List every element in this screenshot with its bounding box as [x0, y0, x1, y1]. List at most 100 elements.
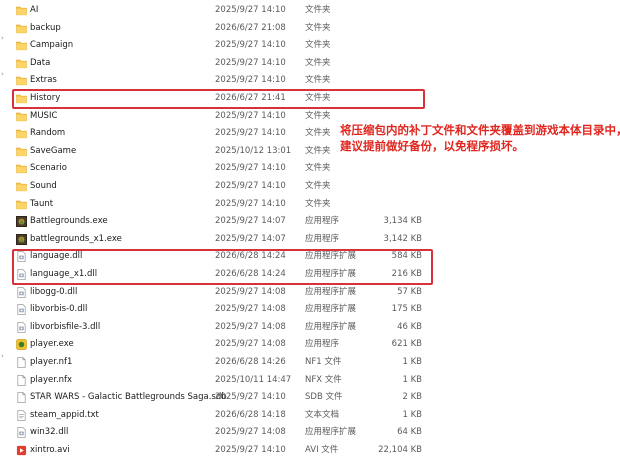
file-date: 2025/9/27 14:10 — [215, 392, 286, 403]
file-type: 文本文档 — [305, 409, 340, 420]
file-type: 文件夹 — [305, 22, 331, 33]
dll-icon — [16, 321, 27, 333]
file-row[interactable]: backup 2026/6/27 21:08 文件夹 — [8, 20, 438, 38]
file-date: 2025/9/27 14:10 — [215, 181, 286, 191]
file-type: NFX 文件 — [305, 374, 342, 385]
file-name: battlegrounds_x1.exe — [30, 233, 122, 244]
file-size: 64 KB — [397, 427, 422, 438]
file-name: backup — [30, 22, 61, 33]
file-name: steam_appid.txt — [30, 409, 99, 420]
file-row[interactable]: player.exe 2025/9/27 14:08 应用程序 621 KB — [8, 336, 438, 354]
file-name: libvorbis-0.dll — [30, 304, 88, 315]
file-row[interactable]: Campaign 2025/9/27 14:10 文件夹 — [8, 37, 438, 55]
highlight-box-language-dlls — [12, 249, 433, 285]
callout-line-1: 将压缩包内的补丁文件和文件夹覆盖到游戏本体目录中， — [340, 123, 620, 137]
callout-line-2: 建议提前做好备份，以免程序损坏。 — [340, 139, 524, 153]
file-date: 2025/9/27 14:08 — [215, 339, 286, 350]
file-name: SaveGame — [30, 145, 77, 156]
file-name: libogg-0.dll — [30, 286, 78, 297]
file-row[interactable]: libogg-0.dll 2025/9/27 14:08 应用程序扩展 57 KB — [8, 284, 438, 302]
file-date: 2025/9/27 14:10 — [215, 110, 286, 121]
file-type: NF1 文件 — [305, 357, 342, 367]
file-icon — [16, 374, 27, 386]
file-type: AVI 文件 — [305, 445, 339, 455]
file-type: 应用程序扩展 — [305, 304, 357, 315]
file-row[interactable]: AI 2025/9/27 14:10 文件夹 — [8, 2, 438, 20]
file-size: 175 KB — [391, 304, 422, 315]
file-type: 应用程序扩展 — [305, 427, 357, 438]
file-type: 文件夹 — [305, 181, 331, 191]
file-date: 2025/9/27 14:07 — [215, 216, 286, 227]
file-size: 22,104 KB — [378, 445, 422, 455]
file-date: 2025/10/11 14:47 — [215, 374, 292, 385]
file-type: 应用程序扩展 — [305, 321, 357, 332]
file-row[interactable]: Sound 2025/9/27 14:10 文件夹 — [8, 178, 438, 196]
file-row[interactable]: libvorbisfile-3.dll 2025/9/27 14:08 应用程序扩展… — [8, 319, 438, 337]
file-date: 2025/9/27 14:10 — [215, 75, 286, 86]
file-name: Sound — [30, 181, 57, 191]
file-name: MUSIC — [30, 110, 58, 121]
file-row[interactable]: player.nfx 2025/10/11 14:47 NFX 文件 1 KB — [8, 372, 438, 390]
file-size: 57 KB — [397, 286, 422, 297]
file-type: 文件夹 — [305, 57, 331, 68]
folder-icon — [16, 75, 27, 86]
file-row[interactable]: xintro.avi 2025/9/27 14:10 AVI 文件 22,104 KB — [8, 442, 438, 460]
file-row[interactable]: Battlegrounds.exe 2025/9/27 14:07 应用程序 3,13… — [8, 213, 438, 231]
file-name: player.nfx — [30, 374, 73, 385]
file-row[interactable]: Scenario 2025/9/27 14:10 文件夹 — [8, 160, 438, 178]
folder-icon — [16, 58, 27, 69]
file-name: Scenario — [30, 163, 67, 174]
file-type: 文件夹 — [305, 145, 331, 156]
folder-icon — [16, 5, 27, 16]
file-date: 2025/9/27 14:08 — [215, 304, 286, 315]
file-date: 2026/6/27 21:08 — [215, 22, 286, 33]
file-row[interactable]: STAR WARS - Galactic Battlegrounds Saga.… — [8, 389, 438, 407]
file-row[interactable]: libvorbis-0.dll 2025/9/27 14:08 应用程序扩展 175 … — [8, 301, 438, 319]
file-size: 3,142 KB — [383, 233, 422, 244]
file-row[interactable]: battlegrounds_x1.exe 2025/9/27 14:07 应用程序 3… — [8, 231, 438, 249]
file-date: 2025/9/27 14:10 — [215, 57, 286, 68]
file-size: 1 KB — [402, 409, 422, 420]
folder-icon — [16, 199, 27, 210]
file-date: 2025/9/27 14:07 — [215, 233, 286, 244]
folder-icon — [16, 40, 27, 51]
file-type: 文件夹 — [305, 75, 331, 86]
game-exe-icon — [16, 233, 27, 245]
file-row[interactable]: Taunt 2025/9/27 14:10 文件夹 — [8, 196, 438, 214]
file-date: 2025/9/27 14:08 — [215, 321, 286, 332]
file-row[interactable]: Data 2025/9/27 14:10 文件夹 — [8, 55, 438, 73]
text-file-icon — [16, 409, 27, 421]
instruction-callout: 将压缩包内的补丁文件和文件夹覆盖到游戏本体目录中， 建议提前做好备份，以免程序损… — [340, 122, 620, 154]
file-date: 2025/9/27 14:10 — [215, 128, 286, 139]
file-date: 2025/9/27 14:10 — [215, 5, 286, 15]
video-file-icon — [16, 445, 27, 456]
file-row[interactable]: steam_appid.txt 2026/6/28 14:18 文本文档 1 KB — [8, 407, 438, 425]
file-date: 2025/9/27 14:08 — [215, 427, 286, 438]
file-row[interactable]: win32.dll 2025/9/27 14:08 应用程序扩展 64 KB — [8, 424, 438, 442]
file-type: 应用程序 — [305, 216, 340, 227]
file-name: Battlegrounds.exe — [30, 216, 108, 227]
folder-icon — [16, 23, 27, 34]
file-type: 应用程序 — [305, 339, 340, 350]
file-name: Extras — [30, 75, 57, 86]
file-date: 2025/9/27 14:10 — [215, 40, 286, 51]
file-row[interactable]: Extras 2025/9/27 14:10 文件夹 — [8, 72, 438, 90]
file-type: 文件夹 — [305, 198, 331, 209]
file-size: 46 KB — [397, 321, 422, 332]
file-type: 应用程序扩展 — [305, 286, 357, 297]
file-name: player.nf1 — [30, 357, 73, 367]
file-name: Random — [30, 128, 66, 139]
highlight-box-history — [12, 89, 425, 109]
file-row[interactable]: player.nf1 2026/6/28 14:26 NF1 文件 1 KB — [8, 354, 438, 372]
file-type: 文件夹 — [305, 163, 331, 174]
file-date: 2025/9/27 14:10 — [215, 445, 286, 455]
file-date: 2025/10/12 13:01 — [215, 145, 292, 156]
file-date: 2025/9/27 14:10 — [215, 163, 286, 174]
file-type: 应用程序 — [305, 233, 340, 244]
folder-icon — [16, 128, 27, 139]
folder-icon — [16, 163, 27, 174]
file-icon — [16, 392, 27, 404]
file-type: SDB 文件 — [305, 392, 343, 403]
file-size: 3,134 KB — [383, 216, 422, 227]
file-date: 2025/9/27 14:08 — [215, 286, 286, 297]
